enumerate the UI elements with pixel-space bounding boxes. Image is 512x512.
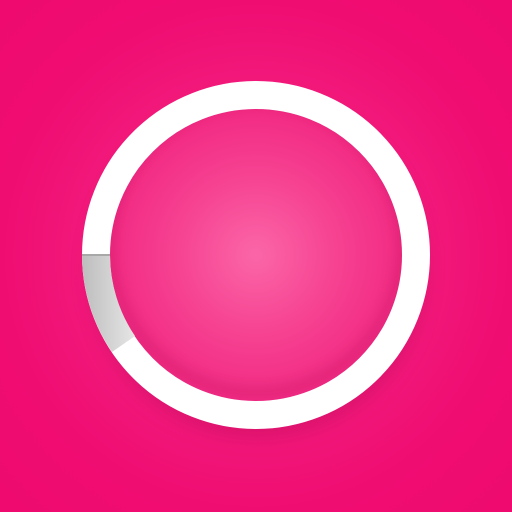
ring-icon	[82, 81, 430, 429]
app-icon-canvas	[0, 0, 512, 512]
ring-inner-disc	[110, 109, 402, 401]
